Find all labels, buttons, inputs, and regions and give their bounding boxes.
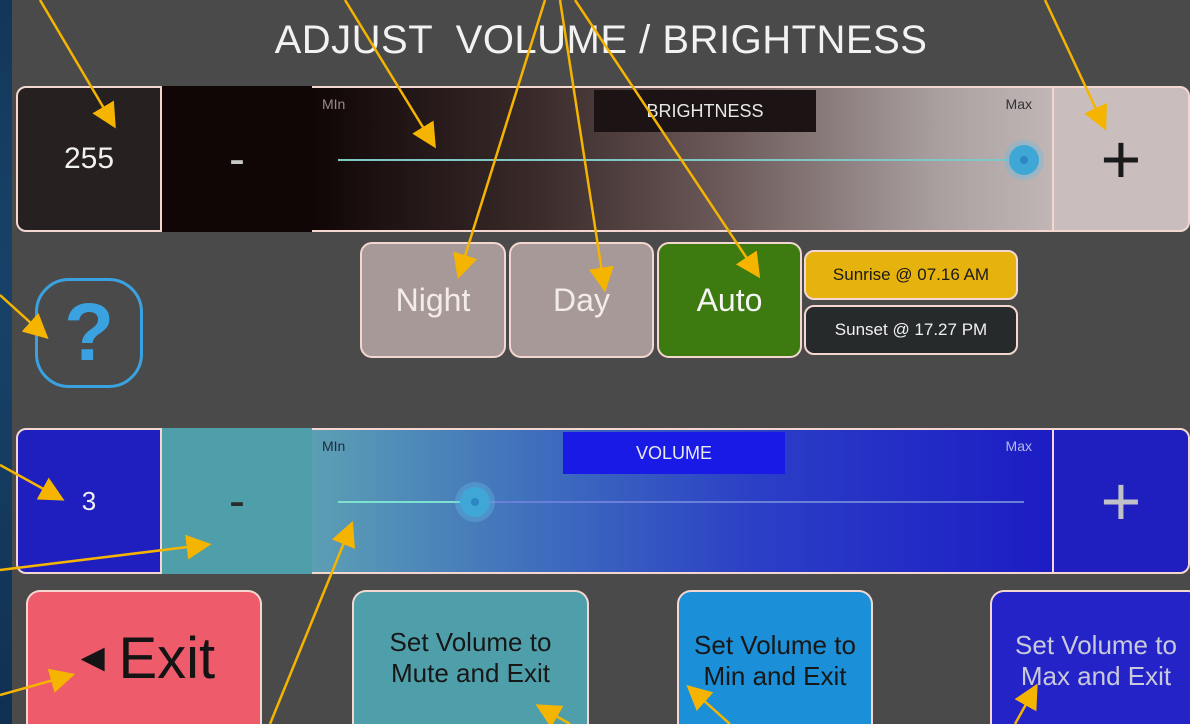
brightness-increase-button[interactable]: + [1052, 86, 1190, 232]
day-mode-button[interactable]: Day [509, 242, 654, 358]
volume-slider[interactable]: MIn Max VOLUME [312, 428, 1052, 574]
volume-increase-button[interactable]: + [1052, 428, 1190, 574]
volume-decrease-button[interactable]: - [162, 428, 312, 574]
help-button[interactable]: ? [35, 278, 143, 388]
brightness-slider-track [338, 159, 1024, 161]
settings-panel: ADJUST VOLUME / BRIGHTNESS 255 - MIn Max… [12, 0, 1190, 724]
volume-value: 3 [16, 428, 162, 574]
brightness-decrease-button[interactable]: - [162, 86, 312, 232]
brightness-value: 255 [16, 86, 162, 232]
brightness-badge: BRIGHTNESS [594, 90, 816, 132]
min-and-exit-label: Set Volume to Min and Exit [694, 630, 856, 691]
auto-mode-button[interactable]: Auto [657, 242, 802, 358]
max-and-exit-label: Set Volume to Max and Exit [1015, 630, 1177, 691]
min-and-exit-button[interactable]: Set Volume to Min and Exit [677, 590, 873, 724]
back-arrow-icon: ◄ [72, 635, 113, 680]
volume-slider-thumb[interactable] [460, 487, 491, 517]
brightness-control: 255 - MIn Max BRIGHTNESS + [16, 86, 1190, 232]
exit-label: Exit [118, 625, 216, 691]
max-and-exit-button[interactable]: Set Volume to Max and Exit [990, 590, 1190, 724]
brightness-min-label: MIn [322, 96, 346, 112]
brightness-slider-thumb[interactable] [1009, 145, 1039, 175]
sunset-time: Sunset @ 17.27 PM [804, 305, 1018, 355]
volume-min-label: MIn [322, 438, 346, 454]
mute-and-exit-button[interactable]: Set Volume to Mute and Exit [352, 590, 589, 724]
volume-max-label: Max [1005, 438, 1032, 454]
page-title: ADJUST VOLUME / BRIGHTNESS [274, 18, 928, 62]
sunrise-time: Sunrise @ 07.16 AM [804, 250, 1018, 300]
volume-control: 3 - MIn Max VOLUME + [16, 428, 1190, 574]
night-mode-button[interactable]: Night [360, 242, 506, 358]
volume-badge: VOLUME [563, 432, 785, 474]
exit-button[interactable]: ◄ Exit [26, 590, 262, 724]
volume-slider-fill [338, 501, 476, 503]
mute-and-exit-label: Set Volume to Mute and Exit [389, 627, 552, 688]
help-question-icon: ? [63, 287, 115, 378]
brightness-slider[interactable]: MIn Max BRIGHTNESS [312, 86, 1052, 232]
brightness-max-label: Max [1005, 96, 1032, 112]
